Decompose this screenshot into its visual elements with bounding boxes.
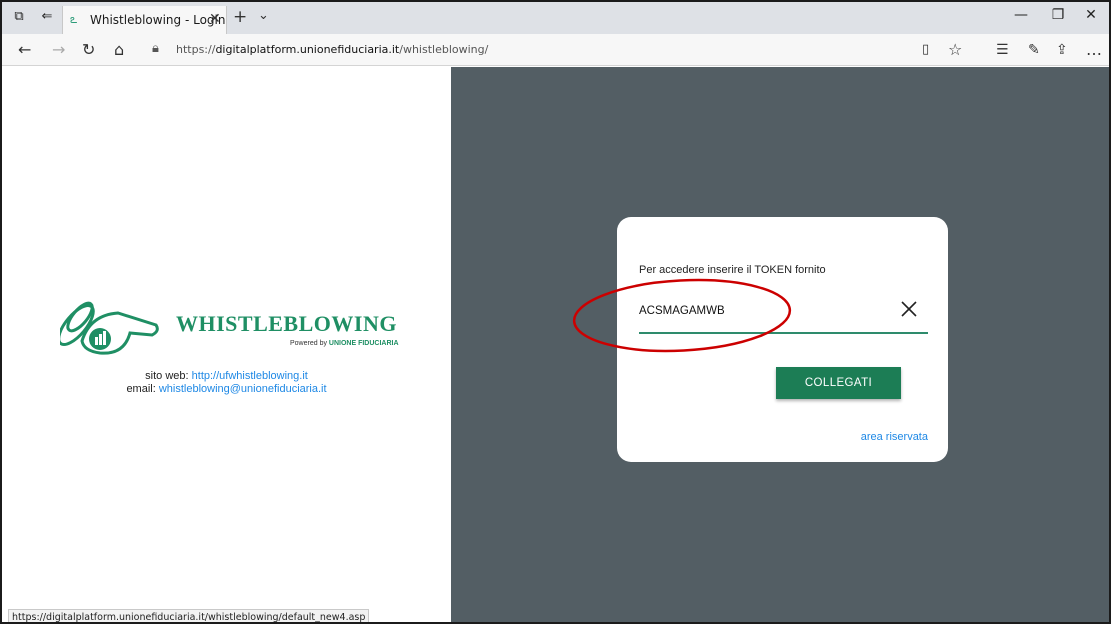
left-panel: WHISTLEBLOWING Powered by UNIONE FIDUCIA…	[2, 67, 451, 622]
tab-title: Whistleblowing - Login	[90, 13, 226, 27]
reserved-area-link[interactable]: area riservata	[861, 431, 928, 443]
forward-arrow-icon[interactable]: →	[52, 41, 65, 59]
url-path: /whistleblowing/	[399, 43, 489, 56]
url-field[interactable]: 🔒︎ https://digitalplatform.unionefiducia…	[148, 38, 948, 62]
site-link[interactable]: http://ufwhistleblowing.it	[192, 370, 308, 382]
powered-by-label: Powered by	[290, 340, 327, 347]
whistleblowing-logo: WHISTLEBLOWING Powered by UNIONE FIDUCIA…	[60, 295, 400, 365]
clear-icon[interactable]	[898, 298, 920, 320]
back-arrow-icon[interactable]: ←	[18, 41, 31, 59]
lock-icon: 🔒︎	[152, 41, 159, 56]
favorite-star-icon[interactable]: ☆	[948, 41, 962, 59]
address-bar: ← → ↻ ⌂ 🔒︎ https://digitalplatform.union…	[2, 34, 1109, 66]
close-window-icon[interactable]: ✕	[1076, 7, 1106, 29]
url-text: https://digitalplatform.unionefiduciaria…	[176, 43, 488, 56]
site-line: sito web: http://ufwhistleblowing.it	[2, 370, 451, 383]
home-icon[interactable]: ⌂	[114, 41, 124, 59]
favorites-list-icon[interactable]: ☰	[996, 41, 1009, 59]
tab-actions-icon[interactable]: ⧉	[12, 10, 26, 24]
whistle-favicon-icon: ఽ	[70, 12, 78, 26]
share-icon[interactable]: ⇪	[1056, 41, 1068, 59]
refresh-icon[interactable]: ↻	[82, 41, 95, 59]
site-label: sito web:	[145, 370, 189, 382]
new-tab-icon[interactable]: +	[233, 7, 247, 27]
email-label: email:	[126, 383, 156, 395]
token-instruction: Per accedere inserire il TOKEN fornito	[639, 264, 826, 276]
status-bar-url: https://digitalplatform.unionefiduciaria…	[8, 609, 370, 622]
minimize-icon[interactable]: —	[1006, 7, 1036, 29]
red-circle-annotation	[572, 278, 792, 353]
restore-icon[interactable]: ❐	[1043, 7, 1073, 29]
chevron-down-icon[interactable]: ⌄	[258, 8, 269, 23]
tab-preview-icon[interactable]: ⇐	[40, 10, 54, 24]
email-link[interactable]: whistleblowing@unionefiduciaria.it	[159, 383, 327, 395]
url-prefix: https://	[176, 43, 216, 56]
tab-whistleblowing[interactable]: ఽ Whistleblowing - Login ✕	[62, 6, 227, 34]
connect-button[interactable]: COLLEGATI	[776, 367, 901, 399]
powered-by: Powered by UNIONE FIDUCIARIA	[290, 340, 399, 347]
whistle-icon	[60, 301, 159, 355]
reading-view-icon[interactable]: ▯	[922, 41, 929, 59]
title-bar: ⧉ ⇐ ఽ Whistleblowing - Login ✕ + ⌄ — ❐ ✕	[2, 2, 1109, 34]
pen-icon[interactable]: ✎	[1028, 41, 1040, 59]
url-host: digitalplatform.unionefiduciaria.it	[215, 43, 400, 56]
email-line: email: whistleblowing@unionefiduciaria.i…	[2, 383, 451, 396]
more-icon[interactable]: …	[1086, 41, 1102, 59]
powered-brand: UNIONE FIDUCIARIA	[328, 340, 399, 347]
brand-name: WHISTLEBLOWING	[176, 311, 397, 336]
contact-info: sito web: http://ufwhistleblowing.it ema…	[2, 370, 451, 396]
browser-window: ⧉ ⇐ ఽ Whistleblowing - Login ✕ + ⌄ — ❐ ✕…	[0, 0, 1111, 624]
tab-close-icon[interactable]: ✕	[209, 11, 221, 27]
